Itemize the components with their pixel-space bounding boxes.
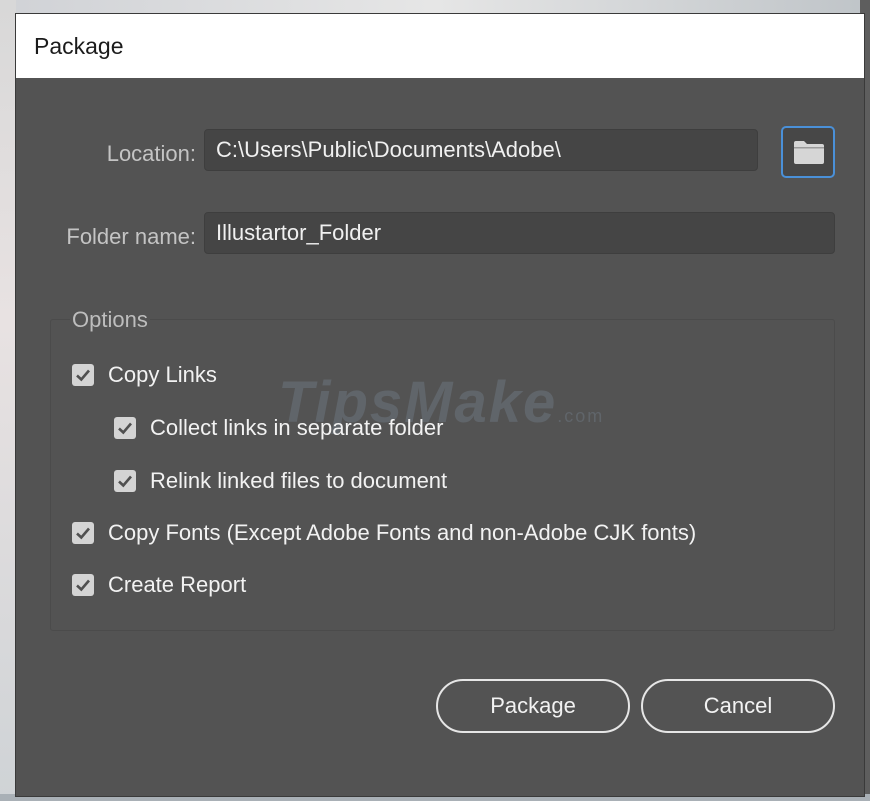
collect-links-label: Collect links in separate folder	[150, 415, 444, 440]
relink-files-label: Relink linked files to document	[150, 468, 448, 493]
collect-links-checkbox[interactable]	[114, 417, 136, 439]
copy-links-label: Copy Links	[108, 362, 217, 387]
options-title: Options	[70, 307, 150, 333]
checkmark-icon	[76, 527, 90, 540]
background-left	[0, 0, 16, 801]
create-report-checkbox[interactable]	[72, 574, 94, 596]
checkmark-icon	[118, 422, 132, 435]
dialog-title: Package	[34, 33, 124, 59]
checkmark-icon	[118, 475, 132, 488]
location-label: Location:	[106, 141, 196, 166]
checkmark-icon	[76, 369, 90, 382]
copy-fonts-label: Copy Fonts (Except Adobe Fonts and non-A…	[108, 520, 697, 545]
folder-icon	[794, 141, 824, 164]
dialog-titlebar: Package	[16, 14, 864, 78]
relink-files-checkbox[interactable]	[114, 470, 136, 492]
folder-name-label: Folder name:	[66, 224, 196, 249]
package-dialog: Package Location: C:\Users\Public\Docume…	[16, 14, 864, 796]
checkmark-icon	[76, 579, 90, 592]
cancel-button[interactable]: Cancel	[641, 679, 835, 733]
copy-fonts-checkbox[interactable]	[72, 522, 94, 544]
browse-folder-button[interactable]	[781, 126, 835, 178]
copy-links-checkbox[interactable]	[72, 364, 94, 386]
create-report-label: Create Report	[108, 572, 247, 597]
package-button[interactable]: Package	[436, 679, 630, 733]
location-field[interactable]: C:\Users\Public\Documents\Adobe\	[204, 129, 758, 171]
folder-name-field[interactable]: Illustartor_Folder	[204, 212, 835, 254]
